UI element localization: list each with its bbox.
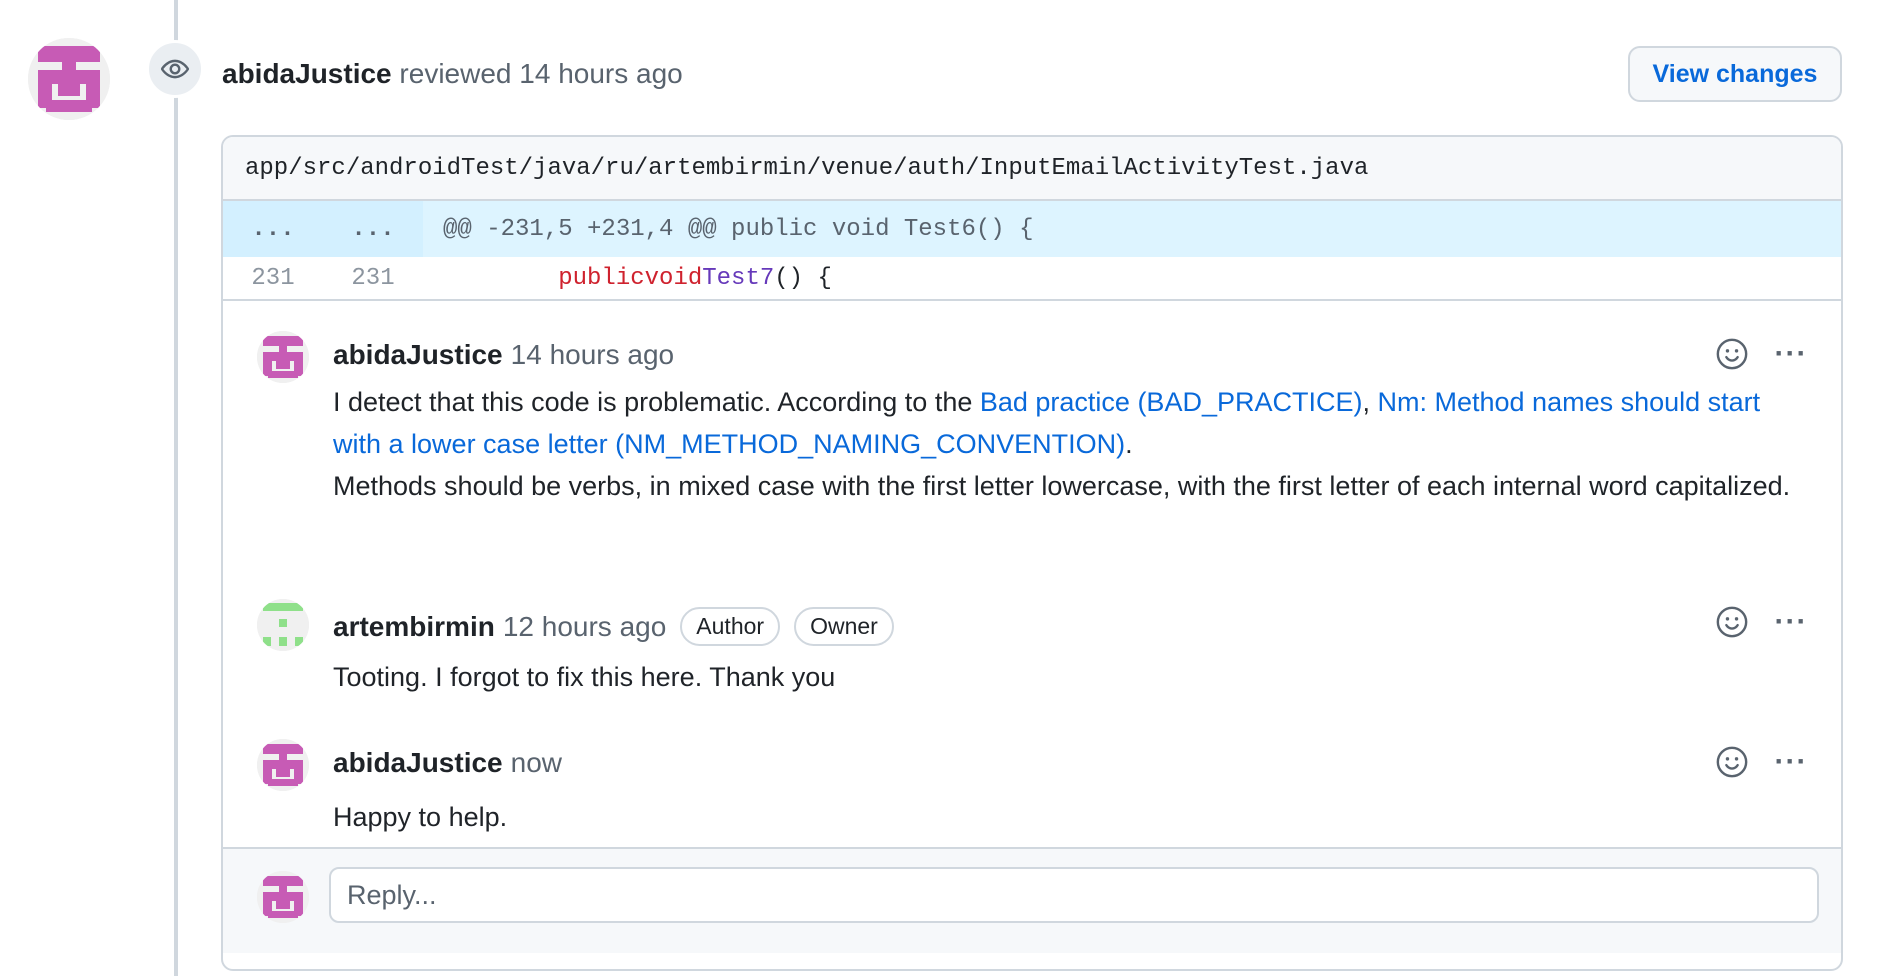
comment-body: I detect that this code is problematic. … — [333, 381, 1803, 507]
comment-author[interactable]: artembirmin — [333, 611, 495, 643]
hunk-header-text: @@ -231,5 +231,4 @@ public void Test6() … — [423, 201, 1841, 257]
review-thread: app/src/androidTest/java/ru/artembirmin/… — [221, 135, 1843, 971]
comment-time[interactable]: 12 hours ago — [503, 611, 666, 643]
comment-body: Happy to help. — [333, 802, 508, 832]
comment-body: Tooting. I forgot to fix this here. Than… — [333, 662, 836, 692]
bad-practice-link[interactable]: Bad practice (BAD_PRACTICE) — [980, 387, 1363, 417]
diff-hunk-header: ... ... @@ -231,5 +231,4 @@ public void … — [223, 201, 1841, 257]
comment-time[interactable]: now — [511, 747, 562, 779]
comment-header: abidaJustice 14 hours ago — [333, 339, 674, 371]
code-rest: () { — [774, 264, 832, 292]
smiley-icon[interactable] — [1713, 335, 1751, 373]
diff-code-line: 231 231 public void Test7() { — [223, 257, 1841, 301]
code-text: public void Test7() { — [423, 257, 1841, 299]
more-options-button[interactable]: ··· — [1765, 603, 1817, 641]
comment-actions: ··· — [1713, 335, 1817, 373]
left-line-number[interactable]: 231 — [223, 257, 323, 299]
comment-author[interactable]: abidaJustice — [333, 339, 503, 371]
comment-list: abidaJustice 14 hours ago ··· I detect t… — [223, 301, 1841, 877]
comment-actions: ··· — [1713, 743, 1817, 781]
comment-time[interactable]: 14 hours ago — [511, 339, 674, 371]
comment-separator: , — [1362, 387, 1378, 417]
reply-bar — [223, 847, 1841, 953]
timeline-line — [174, 0, 178, 976]
reply-avatar — [257, 871, 309, 923]
comment-text-end: . — [1125, 429, 1133, 459]
comment-header: artembirmin 12 hours ago Author Owner — [333, 607, 894, 646]
more-options-button[interactable]: ··· — [1765, 743, 1817, 781]
code-keyword-public: public — [558, 264, 645, 292]
code-keyword-void: void — [644, 264, 703, 292]
comment-header: abidaJustice now — [333, 747, 562, 779]
expand-up-button[interactable]: ... — [223, 201, 323, 257]
view-changes-button[interactable]: View changes — [1628, 46, 1842, 102]
review-header: abidaJustice reviewed 14 hours ago — [222, 58, 683, 90]
comment-text-second: Methods should be verbs, in mixed case w… — [333, 471, 1791, 501]
review-time[interactable]: 14 hours ago — [519, 58, 682, 89]
right-line-number[interactable]: 231 — [323, 257, 423, 299]
eye-icon — [146, 40, 204, 98]
more-options-button[interactable]: ··· — [1765, 335, 1817, 373]
reviewer-avatar[interactable] — [28, 38, 110, 120]
comment-text: I detect that this code is problematic. … — [333, 387, 980, 417]
comment-author[interactable]: abidaJustice — [333, 747, 503, 779]
review-author[interactable]: abidaJustice — [222, 58, 392, 89]
reply-input[interactable] — [329, 867, 1819, 923]
smiley-icon[interactable] — [1713, 603, 1751, 641]
comment-avatar[interactable] — [257, 331, 309, 383]
comment-actions: ··· — [1713, 603, 1817, 641]
file-path[interactable]: app/src/androidTest/java/ru/artembirmin/… — [223, 137, 1841, 201]
code-function-name: Test7 — [702, 264, 775, 292]
comment-avatar[interactable] — [257, 739, 309, 791]
expand-down-button[interactable]: ... — [323, 201, 423, 257]
review-action: reviewed — [399, 58, 512, 89]
author-badge: Author — [680, 607, 781, 646]
owner-badge: Owner — [794, 607, 894, 646]
smiley-icon[interactable] — [1713, 743, 1751, 781]
comment-avatar[interactable] — [257, 599, 309, 651]
